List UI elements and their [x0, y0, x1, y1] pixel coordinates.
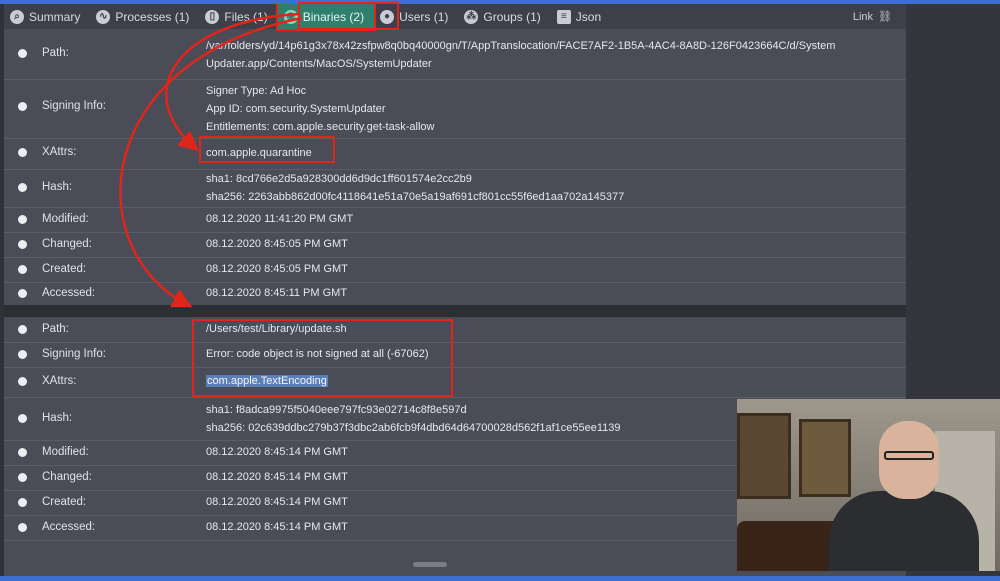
field-label: Path:: [42, 47, 69, 59]
bullet-icon: [18, 240, 27, 249]
link-button[interactable]: Link ⛓: [852, 10, 892, 24]
path-row: Path: /Users/test/Library/update.sh: [4, 317, 906, 343]
tab-label: Files (1): [224, 9, 268, 24]
file-icon: ▯: [205, 9, 220, 24]
path-line: /var/folders/yd/14p61g3x78x42zsfpw8q0bq4…: [206, 40, 836, 52]
bullet-icon: [18, 325, 27, 334]
accessed-row: Accessed: 08.12.2020 8:45:11 PM GMT: [4, 282, 906, 305]
field-label: Changed:: [42, 471, 92, 483]
signing-info-value: Signer Type: Ad Hoc App ID: com.security…: [206, 82, 896, 136]
tab-users[interactable]: ● Users (1): [374, 4, 458, 29]
hash-row: Hash: sha1: 8cd766e2d5a928300dd6d9dc1ff6…: [4, 169, 906, 208]
bullet-icon: [18, 215, 27, 224]
tab-files[interactable]: ▯ Files (1): [199, 4, 277, 29]
webcam-overlay: [737, 399, 1000, 571]
bullet-icon: [18, 49, 27, 58]
user-icon: ●: [380, 9, 395, 24]
path-row: Path: /var/folders/yd/14p61g3x78x42zsfpw…: [4, 29, 906, 80]
entitlements: Entitlements: com.apple.security.get-tas…: [206, 121, 435, 133]
bullet-icon: [18, 414, 27, 423]
tab-label: Binaries (2): [302, 9, 365, 24]
selected-text: com.apple.TextEncoding: [206, 375, 328, 387]
field-label: Modified:: [42, 446, 89, 458]
tab-label: Summary: [29, 9, 81, 24]
field-label: Signing Info:: [42, 100, 106, 112]
sha256-hash: sha256: 2263abb862d00fc4118641e51a70e5a1…: [206, 191, 625, 203]
field-label: Accessed:: [42, 521, 96, 533]
wall-picture: [737, 413, 791, 499]
tab-json[interactable]: ≡ Json: [551, 4, 611, 29]
window-bottom-border: [0, 576, 1000, 581]
tab-groups[interactable]: ⁂ Groups (1): [458, 4, 550, 29]
created-row: Created: 08.12.2020 8:45:05 PM GMT: [4, 257, 906, 283]
presenter-body: [829, 491, 979, 571]
field-label: Changed:: [42, 238, 92, 250]
created-value: 08.12.2020 8:45:05 PM GMT: [206, 263, 348, 275]
modified-row: Modified: 08.12.2020 11:41:20 PM GMT: [4, 207, 906, 233]
tab-processes[interactable]: ∿ Processes (1): [90, 4, 199, 29]
bullet-icon: [18, 183, 27, 192]
tab-label: Json: [575, 9, 602, 24]
wall-picture: [799, 419, 851, 497]
binary-icon: ◉: [283, 9, 298, 24]
bullet-icon: [18, 350, 27, 359]
path-value[interactable]: /var/folders/yd/14p61g3x78x42zsfpw8q0bq4…: [206, 37, 896, 73]
app-id: App ID: com.security.SystemUpdater: [206, 103, 386, 115]
field-label: Created:: [42, 496, 87, 508]
tab-label: Processes (1): [115, 9, 190, 24]
activity-icon: ∿: [96, 9, 111, 24]
presenter-head: [879, 421, 939, 499]
bullet-icon: [18, 377, 27, 386]
group-icon: ⁂: [464, 9, 479, 24]
accessed-value: 08.12.2020 8:45:11 PM GMT: [206, 287, 348, 299]
bullet-icon: [18, 102, 27, 111]
tab-summary[interactable]: ⌕ Summary: [4, 4, 90, 29]
changed-row: Changed: 08.12.2020 8:45:05 PM GMT: [4, 232, 906, 258]
signer-type: Signer Type: Ad Hoc: [206, 85, 307, 97]
bullet-icon: [18, 265, 27, 274]
signing-info-row: Signing Info: Signer Type: Ad Hoc App ID…: [4, 79, 906, 139]
field-label: Hash:: [42, 181, 73, 193]
field-label: Modified:: [42, 213, 89, 225]
tab-binaries[interactable]: ◉ Binaries (2): [275, 4, 377, 31]
bullet-icon: [18, 289, 27, 298]
modified-value: 08.12.2020 11:41:20 PM GMT: [206, 213, 354, 225]
tab-label: Groups (1): [483, 9, 541, 24]
document-icon: ≡: [556, 9, 571, 24]
bullet-icon: [18, 148, 27, 157]
xattrs-value[interactable]: com.apple.TextEncoding: [206, 372, 896, 390]
presenter-glasses: [884, 451, 934, 460]
bullet-icon: [18, 523, 27, 532]
field-label: Created:: [42, 263, 87, 275]
tab-bar: ⌕ Summary ∿ Processes (1) ▯ Files (1) ◉ …: [4, 4, 906, 31]
link-icon: ⛓: [878, 11, 892, 23]
binary-separator: [4, 305, 906, 317]
bullet-icon: [18, 498, 27, 507]
field-label: Path:: [42, 323, 69, 335]
link-label: Link: [852, 10, 874, 23]
path-value[interactable]: /Users/test/Library/update.sh: [206, 320, 896, 338]
changed-value: 08.12.2020 8:45:05 PM GMT: [206, 238, 348, 250]
field-label: XAttrs:: [42, 375, 77, 387]
signing-info-row: Signing Info: Error: code object is not …: [4, 342, 906, 368]
field-label: Signing Info:: [42, 348, 106, 360]
tab-label: Users (1): [399, 9, 449, 24]
sha1-hash: sha1: 8cd766e2d5a928300dd6d9dc1ff601574e…: [206, 173, 472, 185]
field-label: Accessed:: [42, 287, 96, 299]
resize-handle[interactable]: [413, 562, 447, 567]
xattrs-value: com.apple.quarantine: [206, 147, 312, 159]
signing-error-value: Error: code object is not signed at all …: [206, 348, 429, 360]
hash-value: sha1: 8cd766e2d5a928300dd6d9dc1ff601574e…: [206, 170, 896, 206]
path-line: Updater.app/Contents/MacOS/SystemUpdater: [206, 58, 432, 70]
bullet-icon: [18, 448, 27, 457]
bullet-icon: [18, 473, 27, 482]
xattrs-row: XAttrs: com.apple.TextEncoding: [4, 367, 906, 398]
field-label: XAttrs:: [42, 146, 77, 158]
field-label: Hash:: [42, 412, 73, 424]
xattrs-row: XAttrs: com.apple.quarantine: [4, 138, 906, 170]
magnifier-icon: ⌕: [10, 9, 24, 24]
